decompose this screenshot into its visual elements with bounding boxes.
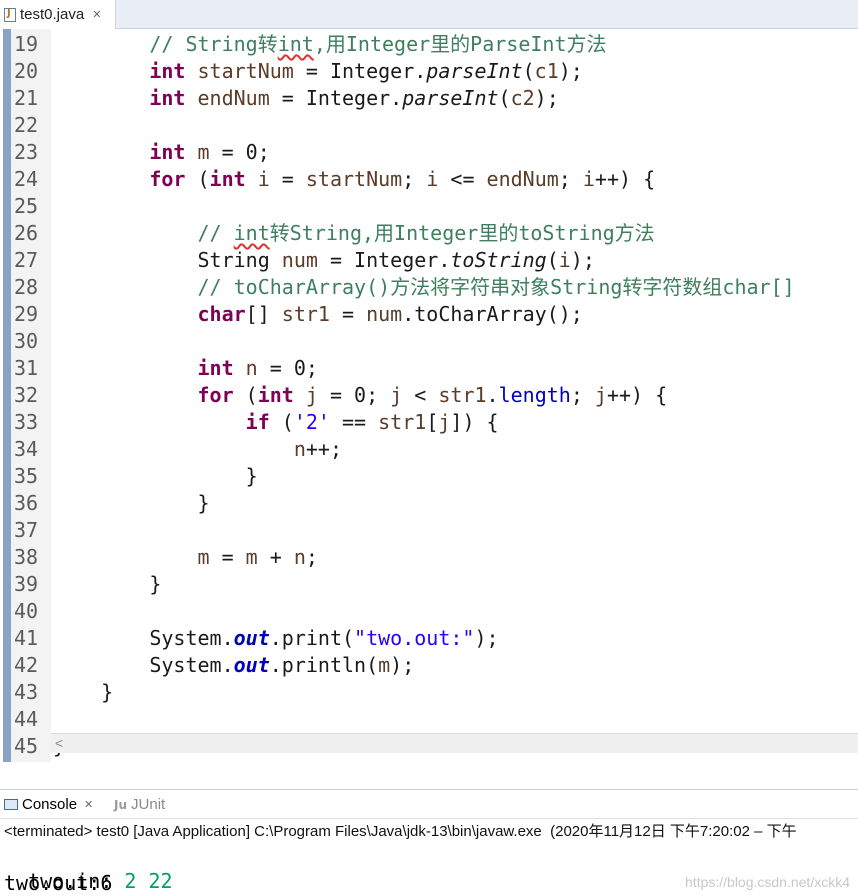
java-file-icon	[4, 7, 16, 22]
watermark: https://blog.csdn.net/xckk4	[685, 874, 850, 890]
line-number: 26	[14, 221, 39, 245]
tab-junit-label: JUnit	[131, 796, 166, 813]
scroll-left-icon[interactable]: <	[55, 735, 63, 751]
line-number: 37	[14, 518, 39, 542]
tab-junit[interactable]: Ju JUnit	[114, 790, 165, 819]
code-line[interactable]: 30	[0, 328, 858, 355]
code-line[interactable]: 26 // int转String,用Integer里的toString方法	[0, 220, 858, 247]
code-line[interactable]: 40	[0, 598, 858, 625]
code-text: String num = Integer.toString(i);	[53, 248, 595, 272]
console-icon	[4, 799, 18, 810]
code-text: }	[53, 572, 162, 596]
line-number: 31	[14, 356, 39, 380]
code-text: int endNum = Integer.parseInt(c2);	[149, 86, 559, 110]
code-text: m = m + n;	[197, 545, 318, 569]
code-line[interactable]: 35 }	[0, 463, 858, 490]
line-number: 41	[14, 626, 39, 650]
code-editor[interactable]: 19 // String转int,用Integer里的ParseInt方法 20 …	[0, 29, 858, 762]
code-line[interactable]: 25	[0, 193, 858, 220]
code-text: char[] str1 = num.toCharArray();	[197, 302, 583, 326]
console-status-line: <terminated> test0 [Java Application] C:…	[4, 823, 797, 840]
line-number: 21	[14, 86, 39, 110]
code-line[interactable]: 20 int startNum = Integer.parseInt(c1);	[0, 58, 858, 85]
code-line[interactable]: 44	[0, 706, 858, 733]
line-number: 23	[14, 140, 39, 164]
code-text: for (int j = 0; j < str1.length; j++) {	[197, 383, 668, 407]
code-line[interactable]: 23 int m = 0;	[0, 139, 858, 166]
editor-tab-bar: test0.java ✕	[0, 0, 858, 29]
line-number: 33	[14, 410, 39, 434]
line-number: 45	[14, 734, 39, 758]
line-number: 22	[14, 113, 39, 137]
line-number: 29	[14, 302, 39, 326]
code-text: // int转String,用Integer里的toString方法	[197, 221, 655, 245]
line-number: 19	[14, 32, 39, 56]
code-line[interactable]: 41 System.out.print("two.out:");	[0, 625, 858, 652]
code-text: if ('2' == str1[j]) {	[245, 410, 499, 434]
line-number: 27	[14, 248, 39, 272]
line-number: 32	[14, 383, 39, 407]
editor-tab-label: test0.java	[20, 6, 85, 23]
line-number: 35	[14, 464, 39, 488]
code-text: }	[53, 680, 114, 704]
code-line[interactable]: 37	[0, 517, 858, 544]
code-line[interactable]: 28 // toCharArray()方法将字符串对象String转字符数组ch…	[0, 274, 858, 301]
console-output-line-2[interactable]: two.out:6	[4, 871, 112, 895]
code-line[interactable]: 29 char[] str1 = num.toCharArray();	[0, 301, 858, 328]
line-number: 28	[14, 275, 39, 299]
code-line[interactable]: 33 if ('2' == str1[j]) {	[0, 409, 858, 436]
code-text: int startNum = Integer.parseInt(c1);	[149, 59, 583, 83]
line-number: 24	[14, 167, 39, 191]
code-text: n++;	[293, 437, 342, 461]
line-number: 20	[14, 59, 39, 83]
junit-icon: Ju	[114, 797, 128, 812]
editor-tab-test0[interactable]: test0.java ✕	[0, 0, 116, 29]
tab-console-label: Console	[22, 796, 78, 813]
code-text: System.out.println(m);	[53, 653, 415, 677]
code-line[interactable]: 43 }	[0, 679, 858, 706]
line-number: 30	[14, 329, 39, 353]
code-line[interactable]: 31 int n = 0;	[0, 355, 858, 382]
tab-console[interactable]: Console ✕	[4, 790, 93, 819]
code-text: System.out.print("two.out:");	[53, 626, 499, 650]
code-text: for (int i = startNum; i <= endNum; i++)…	[149, 167, 656, 191]
code-line[interactable]: 39 }	[0, 571, 858, 598]
code-text: // String转int,用Integer里的ParseInt方法	[149, 32, 607, 56]
line-number: 39	[14, 572, 39, 596]
code-text: int n = 0;	[197, 356, 318, 380]
code-line[interactable]: 34 n++;	[0, 436, 858, 463]
code-text: int m = 0;	[149, 140, 270, 164]
code-line[interactable]: 21 int endNum = Integer.parseInt(c2);	[0, 85, 858, 112]
code-line[interactable]: 36 }	[0, 490, 858, 517]
line-number: 25	[14, 194, 39, 218]
code-line[interactable]: 19 // String转int,用Integer里的ParseInt方法	[0, 31, 858, 58]
line-number: 40	[14, 599, 39, 623]
line-number: 34	[14, 437, 39, 461]
code-lines: 19 // String转int,用Integer里的ParseInt方法 20 …	[0, 31, 858, 760]
code-text: }	[53, 464, 258, 488]
code-line[interactable]: 38 m = m + n;	[0, 544, 858, 571]
code-line[interactable]: 32 for (int j = 0; j < str1.length; j++)…	[0, 382, 858, 409]
code-line[interactable]: 27 String num = Integer.toString(i);	[0, 247, 858, 274]
console-tab-bar: Console ✕ Ju JUnit	[0, 789, 858, 819]
horizontal-scrollbar[interactable]: <	[51, 733, 858, 753]
console-user-input: 2 22	[124, 869, 173, 893]
code-line[interactable]: 42 System.out.println(m);	[0, 652, 858, 679]
code-text: // toCharArray()方法将字符串对象String转字符数组char[…	[197, 275, 795, 299]
close-icon[interactable]: ✕	[84, 798, 93, 811]
code-line[interactable]: 22	[0, 112, 858, 139]
line-number: 36	[14, 491, 39, 515]
line-number: 38	[14, 545, 39, 569]
line-number: 44	[14, 707, 39, 731]
line-number: 42	[14, 653, 39, 677]
line-number: 43	[14, 680, 39, 704]
close-icon[interactable]: ✕	[92, 8, 101, 21]
code-line[interactable]: 24 for (int i = startNum; i <= endNum; i…	[0, 166, 858, 193]
code-text: }	[53, 491, 210, 515]
